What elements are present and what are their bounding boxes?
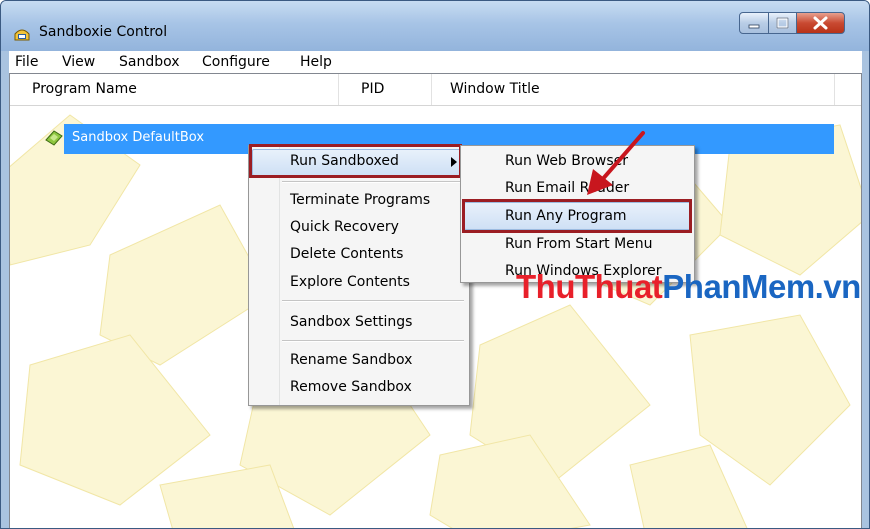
run-sandboxed-highlight-box: [249, 144, 462, 178]
window-title: Sandboxie Control: [39, 24, 168, 40]
menu-item-terminate-programs[interactable]: Terminate Programs: [290, 192, 430, 208]
column-pid[interactable]: PID: [361, 81, 384, 97]
menu-file[interactable]: File: [15, 54, 38, 70]
submenu-item-run-from-start-menu[interactable]: Run From Start Menu: [505, 236, 653, 252]
title-bar[interactable]: Sandboxie Control: [1, 1, 869, 51]
red-arrow-icon: [587, 131, 645, 195]
menu-configure[interactable]: Configure: [202, 54, 270, 70]
sandbox-icon: [45, 130, 63, 146]
column-window-title[interactable]: Window Title: [450, 81, 540, 97]
column-divider[interactable]: [338, 74, 339, 105]
menu-item-rename-sandbox[interactable]: Rename Sandbox: [290, 352, 412, 368]
maximize-icon: [776, 17, 789, 29]
menu-sandbox[interactable]: Sandbox: [119, 54, 180, 70]
maximize-button[interactable]: [768, 12, 797, 34]
menu-separator: [282, 181, 464, 183]
sandboxie-icon: [14, 29, 30, 41]
menu-separator: [282, 340, 464, 342]
menu-item-quick-recovery[interactable]: Quick Recovery: [290, 219, 399, 235]
menu-help[interactable]: Help: [300, 54, 332, 70]
menu-bar: File View Sandbox Configure Help: [9, 51, 862, 74]
column-program-name[interactable]: Program Name: [32, 81, 137, 97]
menu-item-explore-contents[interactable]: Explore Contents: [290, 274, 410, 290]
minimize-icon: [748, 24, 760, 29]
menu-view[interactable]: View: [62, 54, 95, 70]
menu-item-remove-sandbox[interactable]: Remove Sandbox: [290, 379, 412, 395]
minimize-button[interactable]: [739, 12, 769, 34]
list-header: Program Name PID Window Title: [10, 74, 861, 106]
watermark-text: ThuThuatPhanMem.vn: [516, 268, 861, 306]
column-divider[interactable]: [834, 74, 835, 105]
run-any-program-highlight-box: [462, 199, 692, 233]
close-icon: [813, 16, 828, 30]
menu-separator: [282, 300, 464, 302]
sandboxie-window: Sandboxie Control File View Sandbox Conf…: [0, 0, 870, 529]
column-divider[interactable]: [431, 74, 432, 105]
menu-gutter: [279, 146, 280, 405]
watermark-part2: PhanMem.vn: [662, 268, 861, 305]
watermark-part1: ThuThuat: [516, 268, 663, 305]
menu-item-sandbox-settings[interactable]: Sandbox Settings: [290, 314, 412, 330]
context-menu: Run Sandboxed Terminate Programs Quick R…: [248, 145, 470, 406]
menu-item-delete-contents[interactable]: Delete Contents: [290, 246, 403, 262]
sandbox-name: Sandbox DefaultBox: [72, 130, 205, 145]
close-button[interactable]: [796, 12, 845, 34]
